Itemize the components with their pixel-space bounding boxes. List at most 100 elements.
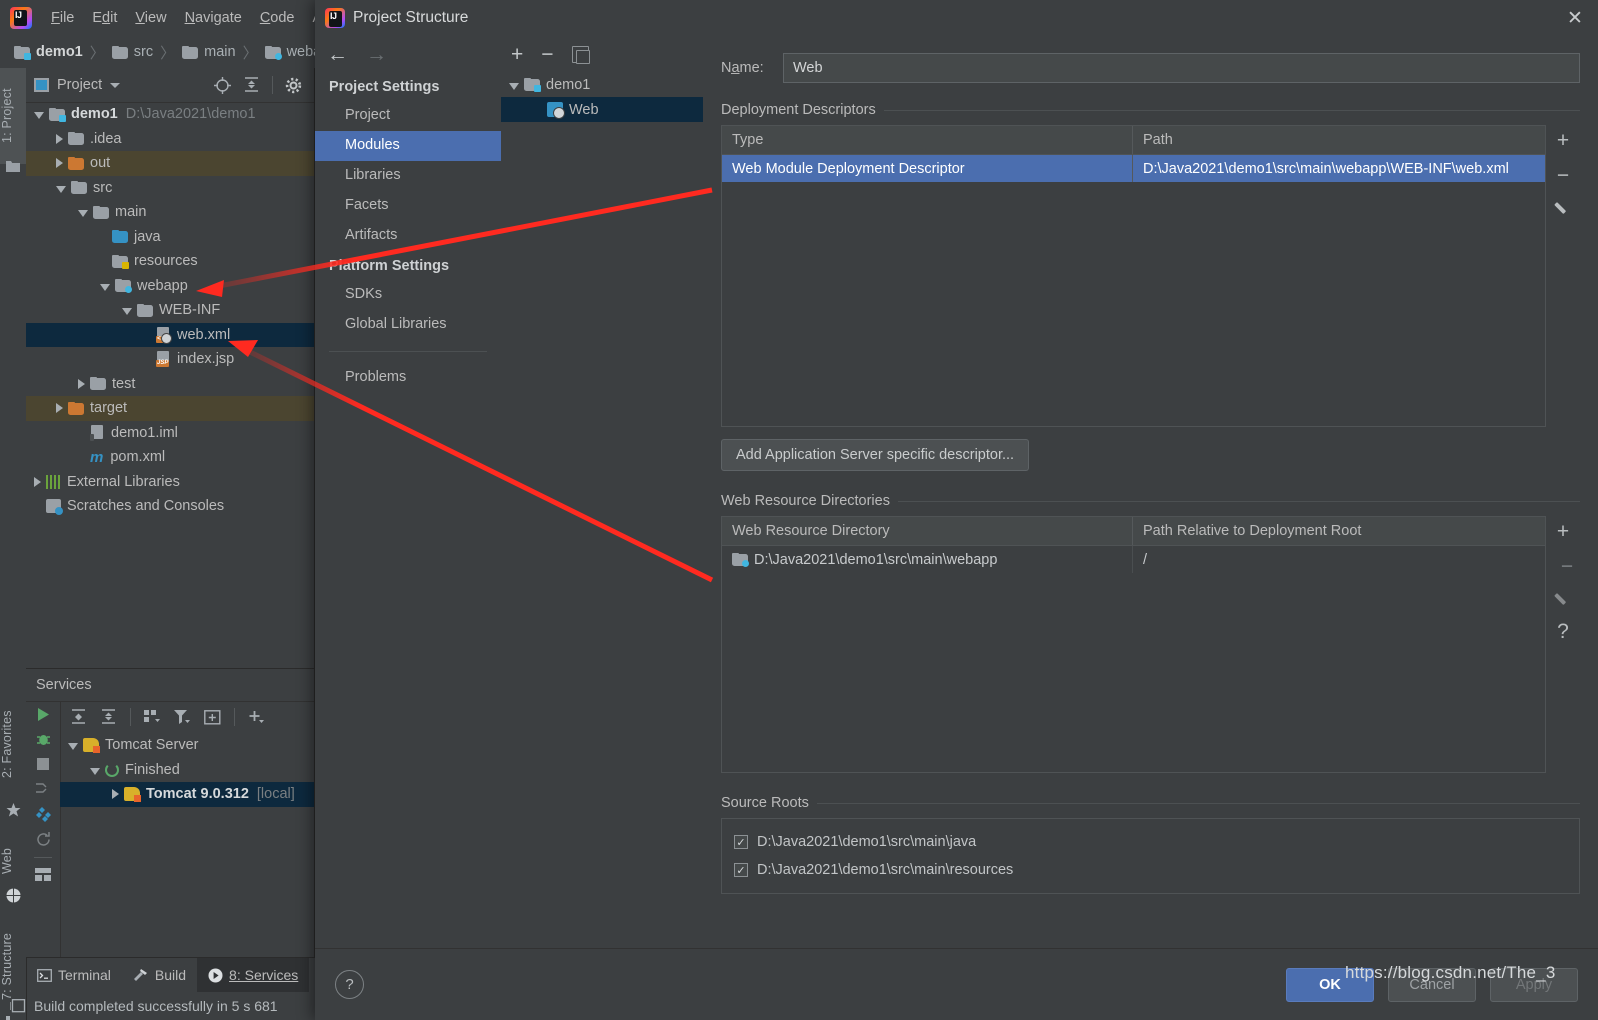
breadcrumb-item-main[interactable]: main	[182, 44, 236, 60]
tree-row[interactable]: Tomcat Server	[60, 733, 314, 758]
rerun-icon[interactable]	[36, 832, 51, 847]
collapse-all-icon[interactable]	[100, 709, 117, 725]
run-icon[interactable]	[36, 707, 51, 722]
menu-edit[interactable]: Edit	[83, 7, 126, 29]
modules-tree-row[interactable]: demo1	[501, 72, 703, 97]
tree-row[interactable]: resources	[26, 249, 314, 274]
expand-all-icon[interactable]	[70, 709, 87, 725]
column-header-type[interactable]: Type	[722, 126, 1132, 154]
breadcrumb-item-src[interactable]: src	[111, 44, 153, 60]
back-arrow-icon[interactable]: ←	[327, 44, 348, 65]
edit-pencil-icon[interactable]	[1555, 200, 1571, 216]
tree-row[interactable]: m pom.xml	[26, 445, 314, 470]
column-header-web-resource-directory[interactable]: Web Resource Directory	[722, 517, 1132, 545]
chevron-down-icon[interactable]	[90, 767, 100, 775]
modules-tree[interactable]: demo1 Web	[501, 72, 703, 122]
source-root-checkbox[interactable]: ✓	[734, 863, 748, 877]
sidebar-item-global-libraries[interactable]: Global Libraries	[315, 310, 501, 340]
add-descriptor-button[interactable]: +	[1557, 130, 1569, 151]
chevron-down-icon[interactable]	[56, 185, 66, 193]
group-icon[interactable]	[144, 709, 161, 725]
tab-terminal[interactable]: Terminal	[26, 958, 122, 992]
tree-row[interactable]: Tomcat 9.0.312 [local]	[60, 782, 314, 807]
project-tree[interactable]: demo1 D:\Java2021\demo1 .idea out src main jav…	[26, 102, 314, 668]
tree-row[interactable]: Finished	[60, 758, 314, 783]
chevron-right-icon[interactable]	[56, 403, 63, 414]
forward-arrow-icon[interactable]: →	[366, 44, 387, 65]
menu-navigate[interactable]: Navigate	[176, 7, 251, 29]
breadcrumb-item-demo1[interactable]: demo1	[14, 44, 83, 60]
help-icon[interactable]: ?	[335, 970, 364, 999]
remove-descriptor-button[interactable]: −	[1557, 165, 1569, 186]
copy-icon[interactable]	[571, 45, 590, 64]
edit-pencil-icon[interactable]	[1555, 591, 1571, 607]
add-service-icon[interactable]	[248, 710, 265, 725]
chevron-right-icon[interactable]	[34, 476, 41, 487]
sidebar-item-modules[interactable]: Modules	[315, 130, 501, 161]
tree-row[interactable]: WEB-INF	[26, 298, 314, 323]
list-item[interactable]: ✓ D:\Java2021\demo1\src\main\resources	[722, 856, 1579, 884]
rail-tab-web[interactable]: Web	[0, 826, 26, 896]
tree-row[interactable]: out	[26, 151, 314, 176]
collapse-all-icon[interactable]	[243, 77, 260, 93]
tree-row[interactable]: <> web.xml	[26, 322, 314, 347]
expand-diamond-icon[interactable]	[35, 806, 52, 822]
source-root-checkbox[interactable]: ✓	[734, 835, 748, 849]
sidebar-item-libraries[interactable]: Libraries	[315, 161, 501, 191]
add-application-server-descriptor-button[interactable]: Add Application Server specific descript…	[721, 439, 1030, 471]
gear-icon[interactable]	[285, 77, 302, 94]
tree-row[interactable]: demo1.iml	[26, 421, 314, 446]
modules-tree-row[interactable]: Web	[501, 97, 703, 122]
chevron-down-icon[interactable]	[100, 283, 110, 291]
list-item[interactable]: ✓ D:\Java2021\demo1\src\main\java	[722, 828, 1579, 856]
tree-row[interactable]: main	[26, 200, 314, 225]
menu-file[interactable]: File	[42, 7, 83, 29]
layout-icon[interactable]	[35, 868, 51, 882]
tree-row[interactable]: target	[26, 396, 314, 421]
tree-row[interactable]: java	[26, 225, 314, 250]
locate-icon[interactable]	[214, 76, 231, 94]
add-web-resource-button[interactable]: +	[1557, 521, 1569, 542]
chevron-right-icon[interactable]	[56, 158, 63, 169]
sidebar-item-facets[interactable]: Facets	[315, 191, 501, 221]
add-module-button[interactable]: +	[511, 44, 523, 65]
column-header-relative-path[interactable]: Path Relative to Deployment Root	[1132, 517, 1545, 545]
tab-services[interactable]: 8: Services	[197, 958, 310, 992]
tab-build[interactable]: Build	[122, 958, 197, 992]
debug-icon[interactable]	[36, 732, 51, 747]
chevron-right-icon[interactable]	[78, 378, 85, 389]
chevron-right-icon[interactable]	[112, 789, 119, 800]
chevron-right-icon[interactable]	[56, 133, 63, 144]
filter-icon[interactable]	[174, 709, 191, 725]
remove-module-button[interactable]: −	[541, 44, 553, 65]
chevron-down-icon[interactable]	[110, 82, 121, 88]
table-row[interactable]: D:\Java2021\demo1\src\main\webapp /	[722, 546, 1545, 573]
tree-row[interactable]: JSP index.jsp	[26, 347, 314, 372]
rail-tab-project[interactable]: 1: Project	[0, 68, 26, 164]
sidebar-item-sdks[interactable]: SDKs	[315, 280, 501, 310]
menu-code[interactable]: Code	[251, 7, 304, 29]
chevron-down-icon[interactable]	[68, 743, 78, 751]
tree-row[interactable]: test	[26, 372, 314, 397]
web-resource-directories-table[interactable]: Web Resource Directory Path Relative to …	[721, 516, 1546, 773]
services-tree[interactable]: Tomcat Server Finished Tomcat 9.0.312 [loca…	[60, 733, 314, 958]
deployment-descriptors-table[interactable]: Type Path Web Module Deployment Descript…	[721, 125, 1546, 427]
tree-row[interactable]: External Libraries	[26, 470, 314, 495]
tree-row[interactable]: webapp	[26, 274, 314, 299]
module-name-input[interactable]: Web	[783, 53, 1580, 83]
rail-tab-favorites[interactable]: 2: Favorites	[0, 688, 26, 800]
tree-row[interactable]: .idea	[26, 127, 314, 152]
chevron-down-icon[interactable]	[509, 82, 519, 90]
add-tab-icon[interactable]	[204, 709, 221, 725]
sidebar-item-problems[interactable]: Problems	[315, 363, 501, 393]
chevron-down-icon[interactable]	[78, 210, 88, 218]
sidebar-item-project[interactable]: Project	[315, 101, 501, 131]
sidebar-item-artifacts[interactable]: Artifacts	[315, 221, 501, 251]
tree-row[interactable]: src	[26, 176, 314, 201]
help-web-resource-icon[interactable]: ?	[1557, 621, 1569, 642]
menu-view[interactable]: View	[126, 7, 175, 29]
tree-row[interactable]: Scratches and Consoles	[26, 494, 314, 519]
stop-icon[interactable]	[36, 757, 50, 771]
table-row[interactable]: Web Module Deployment Descriptor D:\Java…	[722, 155, 1545, 182]
chevron-down-icon[interactable]	[122, 308, 132, 316]
